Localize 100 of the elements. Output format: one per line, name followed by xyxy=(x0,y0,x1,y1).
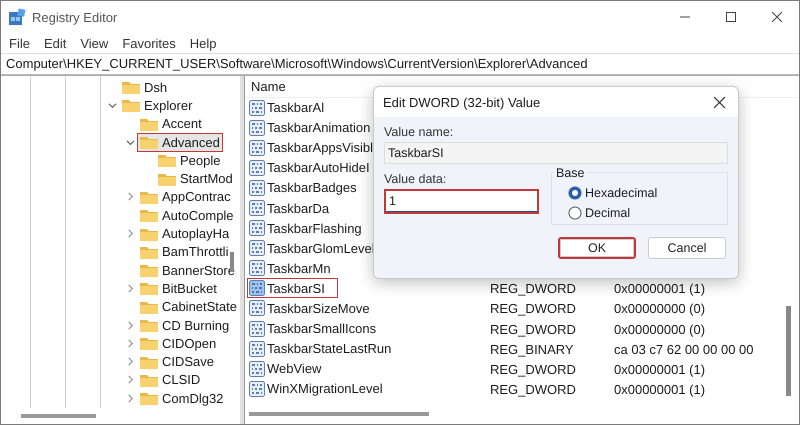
tree-item[interactable]: CD Burning xyxy=(137,316,232,335)
chevron-down-icon[interactable] xyxy=(126,138,134,147)
chevron-right-icon[interactable] xyxy=(126,394,134,403)
tree-item[interactable]: StartMod xyxy=(155,169,236,188)
value-item[interactable]: TaskbarSI xyxy=(247,278,338,298)
tree-item[interactable]: BannerStore xyxy=(137,260,238,280)
folder-icon xyxy=(158,153,176,168)
value-name: TaskbarDa xyxy=(267,200,330,216)
binary-value-icon xyxy=(249,280,265,296)
tree-label: Explorer xyxy=(144,98,192,113)
tree-item[interactable]: CabinetState xyxy=(136,297,240,316)
value-name: TaskbarSI xyxy=(267,280,325,296)
value-item[interactable]: WinXMigrationLevel xyxy=(247,378,396,399)
chevron-right-icon[interactable] xyxy=(126,320,134,330)
value-name: TaskbarMn xyxy=(267,260,331,276)
value-item[interactable]: TaskbarAppsVisibl xyxy=(247,138,386,158)
value-type: REG_DWORD xyxy=(490,382,577,397)
binary-value-icon xyxy=(249,360,265,377)
tree-item[interactable]: Accent xyxy=(137,114,205,134)
value-name: TaskbarFlashing xyxy=(267,220,362,236)
tree-item[interactable]: Advanced xyxy=(137,132,223,152)
tree-label: ComDlg32 xyxy=(162,390,224,406)
menu-item[interactable]: View xyxy=(73,36,116,50)
folder-icon xyxy=(158,172,176,186)
scroll-thumb[interactable] xyxy=(786,306,791,396)
radio-icon[interactable] xyxy=(568,206,582,220)
tree-label: StartMod xyxy=(180,171,233,186)
tree-item[interactable]: CIDSave xyxy=(137,352,218,372)
tree-item[interactable]: CIDOpen xyxy=(137,334,220,353)
folder-icon xyxy=(140,208,158,222)
dialog-title: Edit DWORD (32-bit) Value xyxy=(383,94,540,110)
folder-icon xyxy=(140,281,158,296)
scroll-thumb[interactable] xyxy=(21,414,96,418)
tree-item[interactable]: CLSID xyxy=(137,370,204,390)
value-item[interactable]: TaskbarBadges xyxy=(247,178,370,198)
tree-label: Advanced xyxy=(162,134,220,150)
folder-icon xyxy=(140,336,158,350)
close-icon[interactable] xyxy=(713,96,726,108)
value-item[interactable]: WebView xyxy=(247,358,334,379)
folder-icon xyxy=(140,226,158,241)
tree-label: People xyxy=(180,152,220,168)
binary-value-icon xyxy=(249,100,265,116)
scroll-thumb[interactable] xyxy=(249,412,429,416)
folder-icon xyxy=(140,263,158,278)
tree-item[interactable]: Dsh xyxy=(119,78,170,97)
folder-icon xyxy=(140,116,158,131)
dialog-button[interactable]: OK xyxy=(558,237,636,259)
dialog-button[interactable]: Cancel xyxy=(648,237,726,259)
value-name: TaskbarSizeMove xyxy=(267,300,370,316)
value-item[interactable]: TaskbarAl xyxy=(247,98,338,118)
menu-item[interactable]: Edit xyxy=(36,36,74,50)
chevron-right-icon[interactable] xyxy=(126,357,134,366)
close-icon[interactable] xyxy=(771,11,783,23)
tree-item[interactable]: AppContrac xyxy=(137,187,234,206)
folder-icon xyxy=(140,190,158,204)
radio-option[interactable]: Decimal xyxy=(558,206,721,220)
tree-item[interactable]: BamThrottli xyxy=(137,242,232,262)
tree-item[interactable]: BitBucket xyxy=(137,278,220,298)
tree-item[interactable]: AutoComple xyxy=(137,206,237,225)
value-item[interactable]: TaskbarStateLastRun xyxy=(247,338,404,359)
folder-icon xyxy=(122,80,140,94)
tree-label: CIDOpen xyxy=(162,336,216,351)
chevron-right-icon[interactable] xyxy=(126,192,134,202)
radio-option[interactable]: Hexadecimal xyxy=(558,186,721,200)
value-item[interactable]: TaskbarFlashing xyxy=(247,218,375,238)
value-data: 0x00000000 (0) xyxy=(614,301,706,316)
value-item[interactable]: TaskbarGlomLevel xyxy=(247,238,388,258)
address-bar[interactable]: Computer\HKEY_CURRENT_USER\Software\Microsoft\Windows\CurrentVersion\Explorer\Advanced xyxy=(1,53,799,75)
value-item[interactable]: TaskbarAutoHideI xyxy=(247,158,383,178)
radio-icon[interactable] xyxy=(568,186,582,200)
folder-icon xyxy=(140,372,158,387)
value-name: TaskbarAnimation xyxy=(267,120,370,136)
menu-item[interactable]: Favorites xyxy=(115,36,183,50)
chevron-right-icon[interactable] xyxy=(126,284,134,293)
value-name-field[interactable]: TaskbarSI xyxy=(384,142,728,164)
binary-value-icon xyxy=(249,120,265,136)
value-item[interactable]: TaskbarDa xyxy=(247,198,342,218)
tree-item[interactable]: People xyxy=(155,150,224,170)
value-data: 0x00000001 (1) xyxy=(614,362,706,377)
menu-item[interactable]: File xyxy=(2,36,37,50)
value-item[interactable]: TaskbarMn xyxy=(247,258,344,278)
tree-item[interactable]: ComDlg32 xyxy=(137,388,226,408)
column-header[interactable]: Name xyxy=(245,79,286,94)
chevron-right-icon[interactable] xyxy=(126,375,134,384)
field-label: Value data: xyxy=(384,172,448,186)
value-item[interactable]: TaskbarAnimation xyxy=(247,118,384,138)
chevron-right-icon[interactable] xyxy=(126,338,134,348)
tree-label: BitBucket xyxy=(162,280,217,296)
folder-icon xyxy=(140,354,158,369)
chevron-down-icon[interactable] xyxy=(108,100,116,110)
tree-item[interactable]: AutoplayHa xyxy=(137,224,232,244)
value-data: 0x00000001 (1) xyxy=(614,281,706,296)
menu-item[interactable]: Help xyxy=(182,36,224,50)
value-data-field[interactable]: 1 xyxy=(386,191,537,212)
value-data: 0x00000000 (0) xyxy=(614,322,706,337)
tree-item[interactable]: Explorer xyxy=(119,96,196,115)
value-item[interactable]: TaskbarSmallIcons xyxy=(247,318,390,339)
maximize-icon[interactable] xyxy=(725,11,737,23)
chevron-right-icon[interactable] xyxy=(126,229,134,238)
value-item[interactable]: TaskbarSizeMove xyxy=(247,298,383,318)
